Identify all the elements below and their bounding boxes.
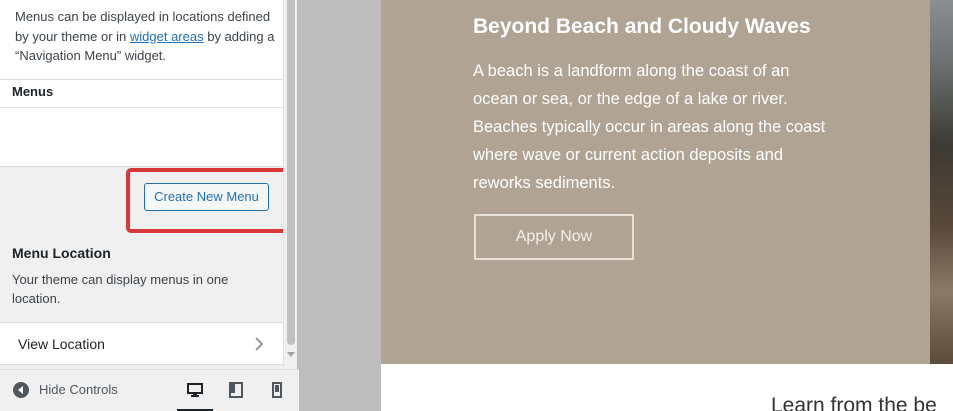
menus-section: Menus: [0, 79, 283, 167]
section-heading: Learn from the be: [771, 394, 937, 411]
menu-location-title: Menu Location: [12, 245, 111, 261]
menus-intro-text: Menus can be displayed in locations defi…: [15, 7, 277, 66]
site-preview: Beyond Beach and Cloudy Waves A beach is…: [299, 0, 953, 411]
hero-title: Beyond Beach and Cloudy Waves: [473, 15, 811, 38]
mobile-icon: [272, 382, 282, 398]
hero-section: Beyond Beach and Cloudy Waves A beach is…: [381, 0, 930, 364]
desktop-icon: [187, 383, 203, 397]
view-location-label: View Location: [18, 336, 105, 352]
menu-location-description: Your theme can display menus in one loca…: [12, 272, 229, 306]
apply-now-button[interactable]: Apply Now: [474, 214, 634, 260]
preview-mobile-button[interactable]: [259, 370, 295, 411]
customizer-footer: Hide Controls: [0, 369, 299, 411]
panel-scrollbar[interactable]: [283, 0, 297, 369]
widget-areas-link[interactable]: widget areas: [130, 29, 204, 44]
hide-controls-label: Hide Controls: [39, 382, 118, 397]
hero-photo: [930, 0, 953, 364]
preview-desktop-button[interactable]: [177, 370, 213, 411]
view-location-button[interactable]: View Location: [0, 322, 283, 365]
chevron-right-icon: [255, 337, 264, 351]
scrollbar-thumb[interactable]: [287, 0, 295, 345]
hero-text: A beach is a landform along the coast of…: [473, 62, 826, 192]
menus-title: Menus: [12, 84, 54, 99]
menus-header: Menus: [0, 80, 283, 108]
create-new-menu-button[interactable]: Create New Menu: [144, 183, 269, 211]
customizer-panel: Menus can be displayed in locations defi…: [0, 0, 283, 369]
preview-tablet-button[interactable]: [218, 370, 254, 411]
collapse-arrow-icon: [13, 382, 29, 398]
site-page: Beyond Beach and Cloudy Waves A beach is…: [381, 0, 953, 411]
tablet-icon: [229, 382, 243, 398]
scroll-down-arrow-icon[interactable]: [287, 352, 295, 357]
